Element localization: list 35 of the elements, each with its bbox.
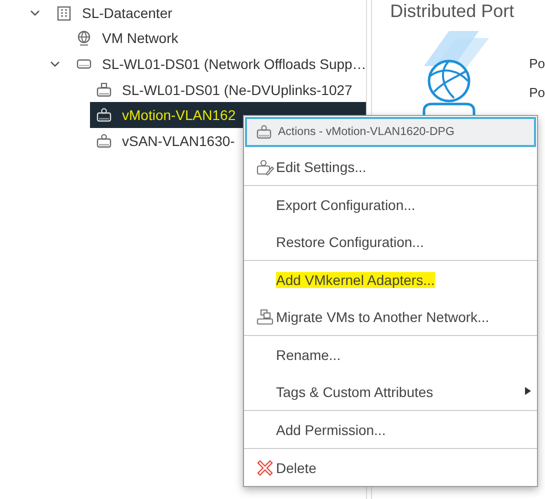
tree-item-label: SL-WL01-DS01 (Network Offloads Supp… (102, 56, 366, 72)
tree-item-label: SL-Datacenter (82, 4, 172, 21)
menu-title: Actions - vMotion-VLAN1620-DPG (278, 126, 454, 138)
tree-item[interactable]: VM Network (70, 26, 366, 52)
menu-item[interactable]: Export Configuration... (244, 186, 537, 223)
globe-icon (76, 30, 92, 46)
menu-item[interactable]: Add Permission... (244, 411, 537, 448)
tree-item[interactable]: SL-WL01-DS01 (Network Offloads Supp… (70, 51, 366, 77)
port-group-icon (256, 124, 272, 140)
property-label: Po (529, 56, 545, 71)
stacked-boxes-icon (256, 308, 274, 326)
port-group-icon (96, 132, 112, 149)
menu-item[interactable]: Delete (244, 449, 537, 486)
chevron-icon[interactable] (50, 58, 60, 69)
port-group-icon (96, 107, 112, 124)
chevron-icon[interactable] (30, 8, 40, 18)
menu-item[interactable]: Migrate VMs to Another Network... (244, 298, 537, 335)
tree-item-label: vSAN-VLAN1630- (122, 132, 235, 149)
panel-title: Distributed Port (390, 1, 516, 22)
tree-item-label: SL-WL01-DS01 (Ne-DVUplinks-1027 (122, 82, 352, 98)
tree-item[interactable]: SL-Datacenter (50, 0, 366, 26)
property-label: Po (529, 85, 545, 100)
building-icon (56, 4, 72, 21)
tree-item[interactable]: SL-WL01-DS01 (Ne-DVUplinks-1027 (90, 76, 366, 102)
tree-item-label: vMotion-VLAN162 (122, 107, 236, 124)
menu-item[interactable]: Edit Settings... (244, 148, 537, 185)
submenu-arrow-icon (525, 387, 531, 395)
delete-icon (256, 458, 274, 476)
menu-item[interactable]: Add VMkernel Adapters... (244, 261, 537, 298)
tree-item-label: VM Network (102, 30, 178, 46)
port-group-icon (96, 82, 112, 98)
menu-item[interactable]: Tags & Custom Attributes (244, 373, 537, 410)
menu-item[interactable]: Restore Configuration... (244, 223, 537, 260)
menu-item[interactable]: Rename... (244, 336, 537, 373)
pencil-icon (256, 158, 274, 176)
